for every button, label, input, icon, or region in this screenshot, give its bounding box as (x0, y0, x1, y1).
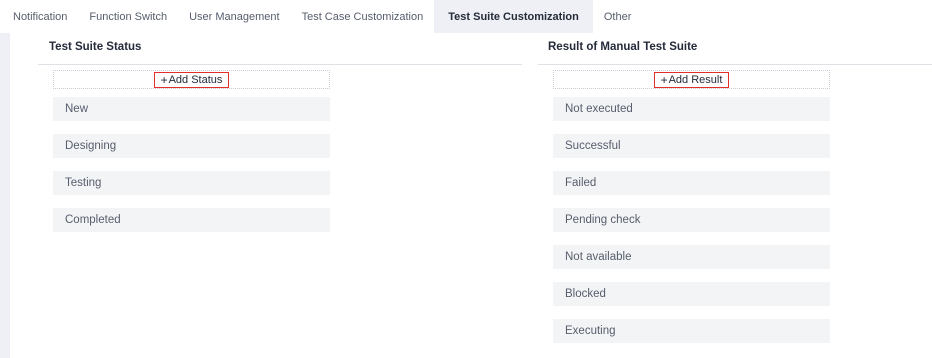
list-item[interactable]: Not available (553, 245, 830, 269)
list-item[interactable]: New (53, 97, 330, 121)
add-result-label: Add Result (668, 73, 723, 86)
list-item[interactable]: Failed (553, 171, 830, 195)
result-divider (538, 64, 932, 65)
plus-icon: + (660, 72, 668, 87)
plus-icon: + (160, 72, 168, 87)
tab-notification[interactable]: Notification (0, 0, 78, 33)
list-item[interactable]: Completed (53, 208, 330, 232)
result-section-title: Result of Manual Test Suite (548, 41, 698, 53)
tab-test-suite-customization[interactable]: Test Suite Customization (434, 0, 593, 33)
settings-page: Notification Function Switch User Manage… (0, 0, 932, 358)
tab-bar: Notification Function Switch User Manage… (0, 0, 932, 33)
tab-function-switch[interactable]: Function Switch (78, 0, 178, 33)
add-status-button[interactable]: + Add Status (153, 71, 230, 88)
content-frame: Test Suite Status + Add Status New Design… (0, 33, 932, 358)
list-item[interactable]: Blocked (553, 282, 830, 306)
tab-other[interactable]: Other (593, 0, 643, 33)
status-section-title: Test Suite Status (49, 41, 142, 53)
status-divider (38, 64, 522, 65)
tab-test-case-customization[interactable]: Test Case Customization (291, 0, 435, 33)
content-panel: Test Suite Status + Add Status New Design… (10, 33, 932, 358)
add-result-button[interactable]: + Add Result (653, 71, 730, 88)
tab-user-management[interactable]: User Management (178, 0, 291, 33)
status-add-row: + Add Status (53, 70, 330, 89)
result-add-row: + Add Result (553, 70, 830, 89)
list-item[interactable]: Designing (53, 134, 330, 158)
list-item[interactable]: Not executed (553, 97, 830, 121)
list-item[interactable]: Pending check (553, 208, 830, 232)
list-item[interactable]: Executing (553, 319, 830, 343)
list-item[interactable]: Testing (53, 171, 330, 195)
add-status-label: Add Status (168, 73, 223, 86)
list-item[interactable]: Successful (553, 134, 830, 158)
